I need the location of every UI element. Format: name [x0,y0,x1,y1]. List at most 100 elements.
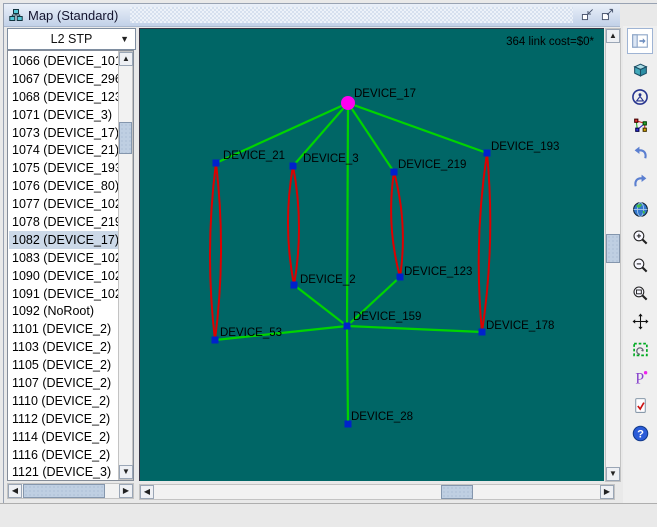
list-item[interactable]: 1077 (DEVICE_102) [9,195,118,213]
list-item[interactable]: 1121 (DEVICE_3) [9,463,118,479]
list-item[interactable]: 1066 (DEVICE_101) [9,52,118,70]
list-item[interactable]: 1107 (DEVICE_2) [9,374,118,392]
validate-button[interactable] [627,392,653,418]
zoom-selection-button[interactable] [627,280,653,306]
list-item[interactable]: 1091 (DEVICE_102) [9,285,118,303]
list-item[interactable]: 1092 (NoRoot) [9,302,118,320]
pan-button[interactable] [627,308,653,334]
svg-text:P: P [635,370,644,386]
list-item[interactable]: 1078 (DEVICE_219) [9,213,118,231]
map-link-up[interactable] [348,103,487,153]
list-vscroll-thumb[interactable] [119,122,132,154]
map-node-label: DEVICE_219 [398,159,466,171]
map-link-alert[interactable] [210,163,216,340]
list-item[interactable]: 1082 (DEVICE_17) [9,231,118,249]
circular-layout-button[interactable] [627,84,653,110]
map-node[interactable] [479,329,486,336]
map-node-label: DEVICE_28 [351,411,413,423]
zoom-out-button[interactable] [627,252,653,278]
topology-icon [632,117,649,134]
redo-button[interactable] [627,168,653,194]
scroll-left-button[interactable]: ◀ [140,485,154,499]
map-root-node[interactable] [341,96,355,110]
map-node-label: DEVICE_123 [404,266,472,278]
scroll-left-button[interactable]: ◀ [8,484,22,498]
rotate-selection-button[interactable] [627,336,653,362]
circled-triangle-icon [631,88,649,106]
maximize-icon [601,8,614,21]
svg-text:?: ? [637,428,644,440]
stp-mode-dropdown[interactable]: L2 STP ▼ [7,28,136,50]
list-item[interactable]: 1090 (DEVICE_102) [9,267,118,285]
map-node[interactable] [344,323,351,330]
undo-button[interactable] [627,140,653,166]
list-item[interactable]: 1073 (DEVICE_17) [9,124,118,142]
list-item[interactable]: 1074 (DEVICE_21) [9,141,118,159]
map-link-alert[interactable] [293,166,299,285]
scroll-right-button[interactable]: ▶ [600,485,614,499]
scroll-down-button[interactable]: ▼ [606,467,620,481]
globe-icon [632,201,649,218]
map-vertical-scrollbar[interactable]: ▲ ▼ [605,28,621,482]
list-horizontal-scrollbar[interactable]: ◀ ▶ [7,483,134,499]
stp-instance-listbox: 1066 (DEVICE_101)1067 (DEVICE_296)1068 (… [7,50,134,481]
world-view-button[interactable] [627,196,653,222]
network-map-icon [9,8,23,22]
help-icon: ? [632,425,649,442]
list-item[interactable]: 1105 (DEVICE_2) [9,356,118,374]
list-item[interactable]: 1103 (DEVICE_2) [9,338,118,356]
stp-instance-list: 1066 (DEVICE_101)1067 (DEVICE_296)1068 (… [9,52,118,479]
list-item[interactable]: 1076 (DEVICE_80) [9,177,118,195]
list-item[interactable]: 1114 (DEVICE_2) [9,428,118,446]
topology-canvas[interactable]: DEVICE_17DEVICE_21DEVICE_3DEVICE_219DEVI… [139,28,604,481]
maximize-window-button[interactable] [599,7,615,23]
help-button[interactable]: ? [627,420,653,446]
list-item[interactable]: 1068 (DEVICE_123) [9,88,118,106]
map-node-label: DEVICE_21 [223,150,285,162]
map-node[interactable] [484,150,491,157]
attach-view-button[interactable] [627,28,653,54]
map-node[interactable] [290,163,297,170]
map-hscroll-thumb[interactable] [441,485,473,499]
map-link-up[interactable] [347,326,482,332]
list-item[interactable]: 1116 (DEVICE_2) [9,446,118,464]
package-view-button[interactable] [627,56,653,82]
list-item[interactable]: 1071 (DEVICE_3) [9,106,118,124]
map-link-up[interactable] [294,285,347,326]
map-node[interactable] [391,169,398,176]
scroll-up-button[interactable]: ▲ [119,52,133,66]
float-window-button[interactable] [579,7,595,23]
list-item[interactable]: 1101 (DEVICE_2) [9,320,118,338]
panel-arrow-icon [631,32,649,50]
map-node[interactable] [291,282,298,289]
map-node[interactable] [213,160,220,167]
map-node-label: DEVICE_2 [300,274,356,286]
map-link-alert[interactable] [215,163,221,340]
list-item[interactable]: 1067 (DEVICE_296) [9,70,118,88]
ports-button[interactable]: P [627,364,653,390]
list-vertical-scrollbar[interactable]: ▲ ▼ [118,51,133,480]
map-node[interactable] [397,274,404,281]
map-link-up[interactable] [347,103,348,326]
list-item[interactable]: 1112 (DEVICE_2) [9,410,118,428]
list-item[interactable]: 1083 (DEVICE_102) [9,249,118,267]
topology-layout-button[interactable] [627,112,653,138]
map-vscroll-thumb[interactable] [606,234,620,263]
status-bar [0,503,657,527]
map-horizontal-scrollbar[interactable]: ◀ ▶ [139,484,615,500]
list-item[interactable]: 1110 (DEVICE_2) [9,392,118,410]
map-node[interactable] [212,337,219,344]
scroll-up-button[interactable]: ▲ [606,29,620,43]
map-link-up[interactable] [347,326,348,424]
titlebar: Map (Standard) [4,4,620,27]
stp-mode-value: L2 STP [51,32,93,46]
chevron-down-icon: ▼ [120,34,129,44]
scroll-down-button[interactable]: ▼ [119,465,133,479]
link-cost-overlay: 364 link cost=$0* [506,36,594,48]
map-link-alert[interactable] [288,166,294,285]
zoom-out-icon [632,257,649,274]
list-hscroll-thumb[interactable] [23,484,105,498]
scroll-right-button[interactable]: ▶ [119,484,133,498]
list-item[interactable]: 1075 (DEVICE_193) [9,159,118,177]
zoom-in-button[interactable] [627,224,653,250]
